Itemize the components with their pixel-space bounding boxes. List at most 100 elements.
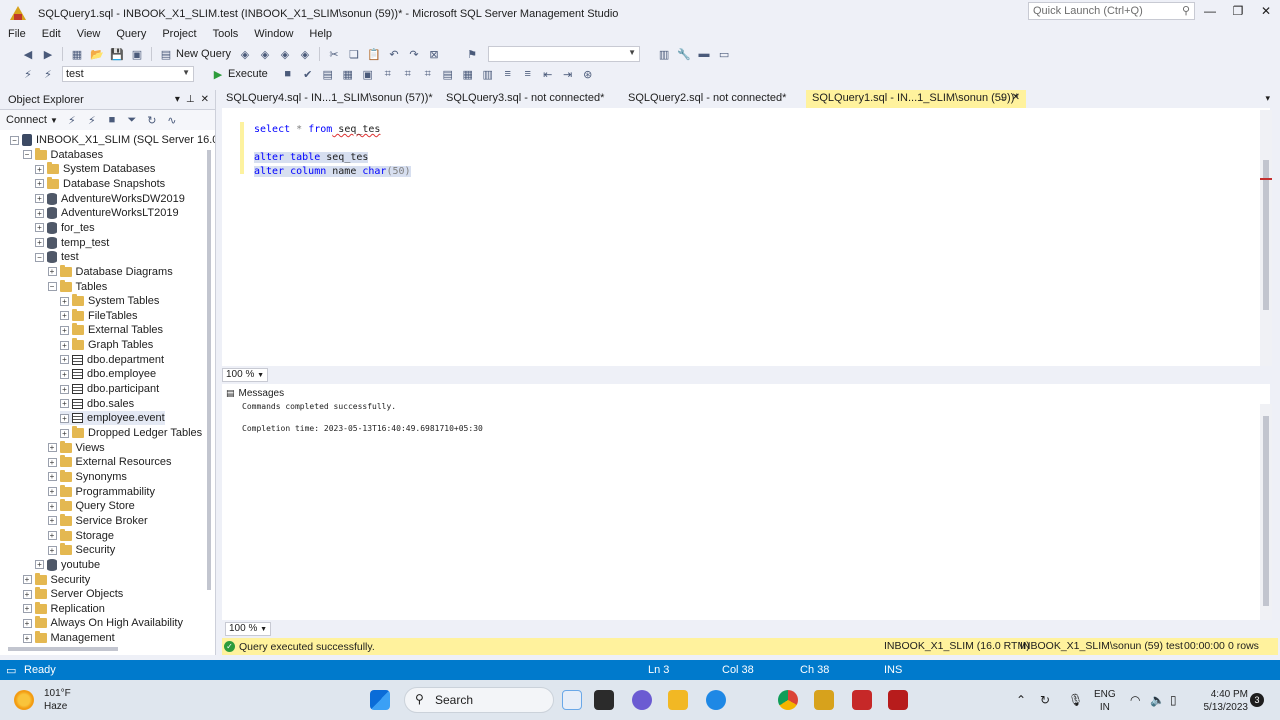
indent-icon[interactable]: ⇥: [560, 67, 576, 81]
tree-node[interactable]: + for_tes: [35, 221, 95, 235]
tree-node[interactable]: + Always On High Availability: [22, 616, 183, 630]
refresh-icon[interactable]: ↻: [144, 113, 160, 127]
wifi-icon[interactable]: ◠: [1130, 693, 1140, 707]
tab-close-icon[interactable]: ✕: [1012, 92, 1020, 103]
xmla-query-icon[interactable]: ◈: [277, 47, 293, 61]
chevron-down-icon[interactable]: ▼: [50, 116, 58, 125]
expand-icon[interactable]: +: [47, 516, 57, 526]
tree-node[interactable]: + Security: [22, 572, 90, 587]
new-project-icon[interactable]: ▦: [69, 47, 85, 61]
weather-sun-icon[interactable]: [14, 690, 34, 710]
menu-project[interactable]: Project: [154, 28, 204, 44]
results-text-icon[interactable]: ▤: [440, 67, 456, 81]
expand-icon[interactable]: +: [60, 296, 69, 306]
save-icon[interactable]: 💾: [109, 47, 125, 61]
ssms-taskbar-icon[interactable]: [814, 690, 834, 710]
file-explorer-icon[interactable]: [668, 690, 688, 710]
results-zoom[interactable]: 100 % ▼: [225, 622, 272, 636]
tree-node[interactable]: + Management: [22, 631, 115, 645]
copilot-icon[interactable]: [562, 690, 582, 710]
menu-file[interactable]: File: [0, 28, 34, 44]
paste-icon[interactable]: 📋: [366, 47, 382, 61]
expand-icon[interactable]: +: [35, 179, 44, 189]
new-query-icon[interactable]: ▤: [158, 47, 174, 61]
expand-icon[interactable]: +: [47, 501, 57, 511]
panel-close-icon[interactable]: ✕: [201, 94, 209, 105]
dax-query-icon[interactable]: ◈: [297, 47, 313, 61]
expand-icon[interactable]: +: [35, 238, 44, 248]
expand-icon[interactable]: +: [22, 589, 32, 599]
collapse-icon[interactable]: −: [47, 282, 57, 291]
notification-badge[interactable]: 3: [1250, 693, 1264, 707]
close-button[interactable]: ✕: [1256, 4, 1276, 20]
menu-view[interactable]: View: [69, 28, 109, 44]
windows-start-icon[interactable]: [370, 690, 390, 710]
specify-values-icon[interactable]: ⊛: [580, 67, 596, 81]
tree-node[interactable]: + temp_test: [35, 236, 109, 250]
expand-icon[interactable]: +: [47, 443, 57, 453]
expand-icon[interactable]: +: [35, 194, 44, 204]
cancel-query-icon[interactable]: ■: [280, 67, 296, 81]
menu-window[interactable]: Window: [246, 28, 301, 44]
code-line[interactable]: select * from seq_tes: [254, 124, 380, 135]
filter-icon[interactable]: ⏷: [124, 113, 140, 127]
teams-chat-icon[interactable]: [632, 690, 652, 710]
back-icon[interactable]: ◀: [20, 47, 36, 61]
tab-overflow-icon[interactable]: ▾: [1265, 93, 1270, 104]
tab-sqlquery2[interactable]: SQLQuery2.sql - not connected*: [622, 90, 792, 108]
expand-icon[interactable]: +: [35, 223, 44, 233]
menu-help[interactable]: Help: [301, 28, 340, 44]
tree-node[interactable]: + Database Snapshots: [35, 176, 165, 191]
comment-icon[interactable]: ≡: [500, 67, 516, 81]
collapse-icon[interactable]: −: [10, 135, 19, 145]
tab-sqlquery1[interactable]: SQLQuery1.sql - IN...1_SLIM\sonun (59))*…: [806, 90, 1026, 108]
expand-icon[interactable]: +: [22, 618, 32, 628]
recorder-icon[interactable]: [888, 690, 908, 710]
tree-node[interactable]: + Views: [47, 440, 105, 455]
tree-node[interactable]: + System Databases: [35, 162, 155, 176]
tree-node[interactable]: + Dropped Ledger Tables: [60, 426, 202, 440]
expand-icon[interactable]: +: [35, 208, 44, 218]
language-indicator[interactable]: ENG IN: [1094, 688, 1116, 714]
scrollbar-thumb[interactable]: [1263, 416, 1269, 606]
include-plan-icon[interactable]: ⌗: [380, 67, 396, 81]
properties-icon[interactable]: ▥: [656, 47, 672, 61]
editor-zoom[interactable]: 100 % ▼: [222, 368, 269, 382]
sql-editor[interactable]: select * from seq_tes alter table seq_te…: [222, 108, 1270, 366]
expand-icon[interactable]: +: [60, 369, 69, 379]
redo-icon[interactable]: ↷: [406, 47, 422, 61]
tree-node[interactable]: + Storage: [47, 528, 114, 543]
tree-node[interactable]: + External Resources: [47, 455, 172, 469]
sync-icon[interactable]: ↻: [1040, 693, 1050, 707]
intellisense-icon[interactable]: ▣: [360, 67, 376, 81]
tree-node[interactable]: + System Tables: [60, 294, 159, 308]
tree-node[interactable]: + AdventureWorksLT2019: [35, 206, 179, 220]
tree-node[interactable]: + External Tables: [60, 323, 163, 337]
toolbox-icon[interactable]: ▬: [696, 47, 712, 61]
tree-node[interactable]: + Service Broker: [47, 513, 148, 528]
find-icon[interactable]: ⚑: [464, 47, 480, 61]
query-designer-icon[interactable]: ▦: [340, 67, 356, 81]
tree-node[interactable]: + dbo.sales: [60, 397, 134, 411]
tree-node[interactable]: + Programmability: [47, 484, 155, 499]
expand-icon[interactable]: +: [22, 575, 32, 584]
tree-node[interactable]: + youtube: [35, 558, 100, 572]
expand-icon[interactable]: +: [60, 399, 69, 409]
tree-horizontal-scrollbar[interactable]: [8, 647, 118, 651]
solution-explorer-icon[interactable]: ⊠: [426, 47, 442, 61]
parse-icon[interactable]: ✔: [300, 67, 316, 81]
taskbar-search[interactable]: ⚲ Search: [404, 687, 554, 713]
clock[interactable]: 4:40 PM 5/13/2023: [1196, 688, 1249, 714]
options-icon[interactable]: ▭: [716, 47, 732, 61]
results-vertical-scrollbar[interactable]: [1260, 404, 1272, 620]
code-line[interactable]: alter table seq_tes: [254, 152, 369, 163]
microphone-icon[interactable]: 🎙: [1068, 693, 1083, 707]
scrollbar-thumb[interactable]: [1263, 160, 1269, 310]
save-all-icon[interactable]: ▣: [129, 47, 145, 61]
stop-icon[interactable]: ■: [104, 113, 120, 127]
expand-icon[interactable]: +: [60, 355, 69, 365]
tree-node[interactable]: + Security: [47, 543, 115, 557]
expand-icon[interactable]: +: [47, 457, 57, 467]
tree-node[interactable]: + dbo.department: [60, 353, 164, 367]
expand-icon[interactable]: +: [22, 633, 32, 643]
